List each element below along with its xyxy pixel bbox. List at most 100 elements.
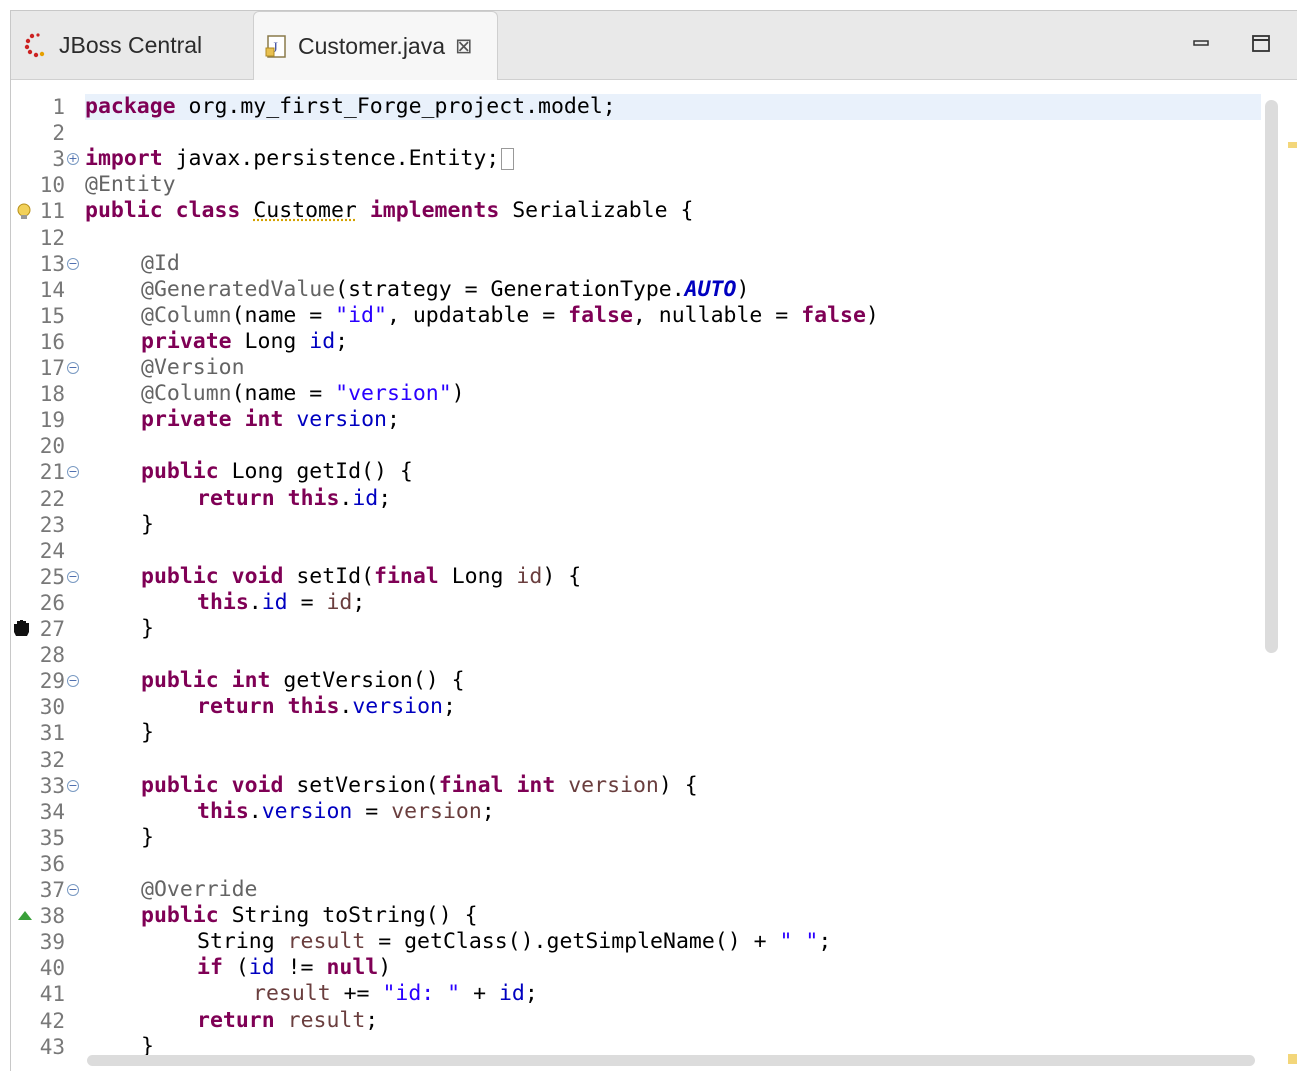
code-editor[interactable]: 1 package org.my_first_Forge_project.mode… xyxy=(11,80,1297,1071)
code-line: } xyxy=(141,616,154,642)
code-token: . xyxy=(248,589,262,615)
collapse-fold-icon[interactable]: − xyxy=(67,362,79,374)
code-token: ; xyxy=(818,929,832,955)
close-icon[interactable]: ⊠ xyxy=(455,34,473,58)
expand-fold-icon[interactable]: + xyxy=(67,153,79,166)
code-token: ; xyxy=(386,407,400,433)
code-token: ; xyxy=(442,694,456,720)
code-token: Customer xyxy=(253,198,357,224)
code-token: = xyxy=(287,589,327,615)
code-line: public void setId(final Long id) { xyxy=(141,564,581,590)
code-token: id xyxy=(516,563,543,589)
code-token: ; xyxy=(365,1007,379,1033)
code-token: (strategy = GenerationType. xyxy=(335,276,685,302)
code-line: import javax.persistence.Entity; xyxy=(85,146,515,172)
line-number: 19 xyxy=(39,408,65,433)
code-token: version xyxy=(296,407,387,433)
code-token: return xyxy=(197,485,275,511)
code-token: javax.persistence.Entity; xyxy=(162,146,500,172)
code-line: @Version xyxy=(141,355,245,381)
java-file-icon: J xyxy=(262,31,292,61)
code-line: private Long id; xyxy=(141,329,348,355)
code-token: null xyxy=(326,955,379,981)
code-token: private xyxy=(141,328,232,354)
code-token: id xyxy=(309,328,336,354)
line-number: 3 xyxy=(52,147,65,172)
code-token: setVersion( xyxy=(283,772,439,798)
line-number: 21 xyxy=(39,460,65,485)
code-token: += xyxy=(330,981,383,1007)
line-number: 28 xyxy=(39,643,65,668)
override-marker-icon[interactable] xyxy=(17,909,33,923)
line-number: 31 xyxy=(39,721,65,746)
line-number: 20 xyxy=(39,434,65,459)
code-token: ) xyxy=(736,276,750,302)
code-token: org.my_first_Forge_project.model; xyxy=(175,94,616,119)
code-line: public Long getId() { xyxy=(141,459,413,485)
line-number: 29 xyxy=(39,669,65,694)
warning-lightbulb-icon[interactable] xyxy=(15,202,33,220)
code-token: , nullable = xyxy=(632,302,802,328)
code-line: if (id != null) xyxy=(197,955,391,981)
folded-imports-indicator[interactable] xyxy=(501,148,515,171)
line-number: 13 xyxy=(39,251,65,276)
line-number: 17 xyxy=(39,356,65,380)
code-token: != xyxy=(274,955,327,981)
code-line: } xyxy=(141,720,154,746)
line-number: 22 xyxy=(39,486,65,511)
collapse-fold-icon[interactable]: − xyxy=(67,466,79,479)
code-token: result xyxy=(253,981,331,1007)
code-token: import xyxy=(85,146,163,172)
code-token: false xyxy=(568,302,633,328)
code-token: this xyxy=(197,798,249,824)
code-token: } xyxy=(141,511,154,537)
code-token: "id" xyxy=(335,302,387,328)
code-token: @Entity xyxy=(85,172,176,198)
code-token: private xyxy=(141,407,232,433)
tab-jboss-central[interactable]: JBoss Central xyxy=(11,11,253,79)
code-line: } xyxy=(141,825,154,851)
code-token: version xyxy=(261,798,353,824)
code-line: return result; xyxy=(197,1008,378,1034)
code-token: , updatable = xyxy=(386,302,569,328)
collapse-fold-icon[interactable]: − xyxy=(67,257,79,270)
line-number: 39 xyxy=(39,930,65,955)
code-line: @Entity xyxy=(85,172,176,198)
line-number: 15 xyxy=(39,303,65,328)
horizontal-scrollbar-thumb[interactable] xyxy=(87,1055,1255,1066)
code-token: return xyxy=(197,1007,275,1033)
code-line: @Id xyxy=(141,251,180,277)
overview-marker[interactable] xyxy=(1288,142,1297,148)
code-token: ) { xyxy=(658,772,698,798)
code-token: Long xyxy=(438,563,517,589)
code-token: int xyxy=(516,772,556,798)
collapse-fold-icon[interactable]: − xyxy=(67,779,79,792)
vertical-scrollbar-thumb[interactable] xyxy=(1265,100,1278,653)
collapse-fold-icon[interactable]: − xyxy=(67,570,79,583)
code-token: (name = xyxy=(231,302,336,328)
code-token: public xyxy=(141,459,219,485)
code-token: final xyxy=(438,772,504,798)
code-token: } xyxy=(141,824,154,850)
code-line: this.id = id; xyxy=(197,590,365,616)
code-token: public xyxy=(85,198,163,224)
overview-marker[interactable] xyxy=(1288,1054,1297,1064)
maximize-icon[interactable] xyxy=(1249,31,1273,55)
line-number: 36 xyxy=(39,851,65,876)
editor-window: JBoss Central J Customer.java ⊠ 1 package… xyxy=(10,10,1297,1071)
code-token: if xyxy=(197,955,223,981)
collapse-fold-icon[interactable]: − xyxy=(67,884,79,896)
code-token: void xyxy=(231,772,284,798)
line-number: 42 xyxy=(39,1008,65,1033)
tab-customer-java[interactable]: J Customer.java ⊠ xyxy=(253,11,498,80)
code-token: @Override xyxy=(141,877,258,902)
collapse-fold-icon[interactable]: − xyxy=(67,675,79,688)
minimize-icon[interactable] xyxy=(1189,31,1213,55)
